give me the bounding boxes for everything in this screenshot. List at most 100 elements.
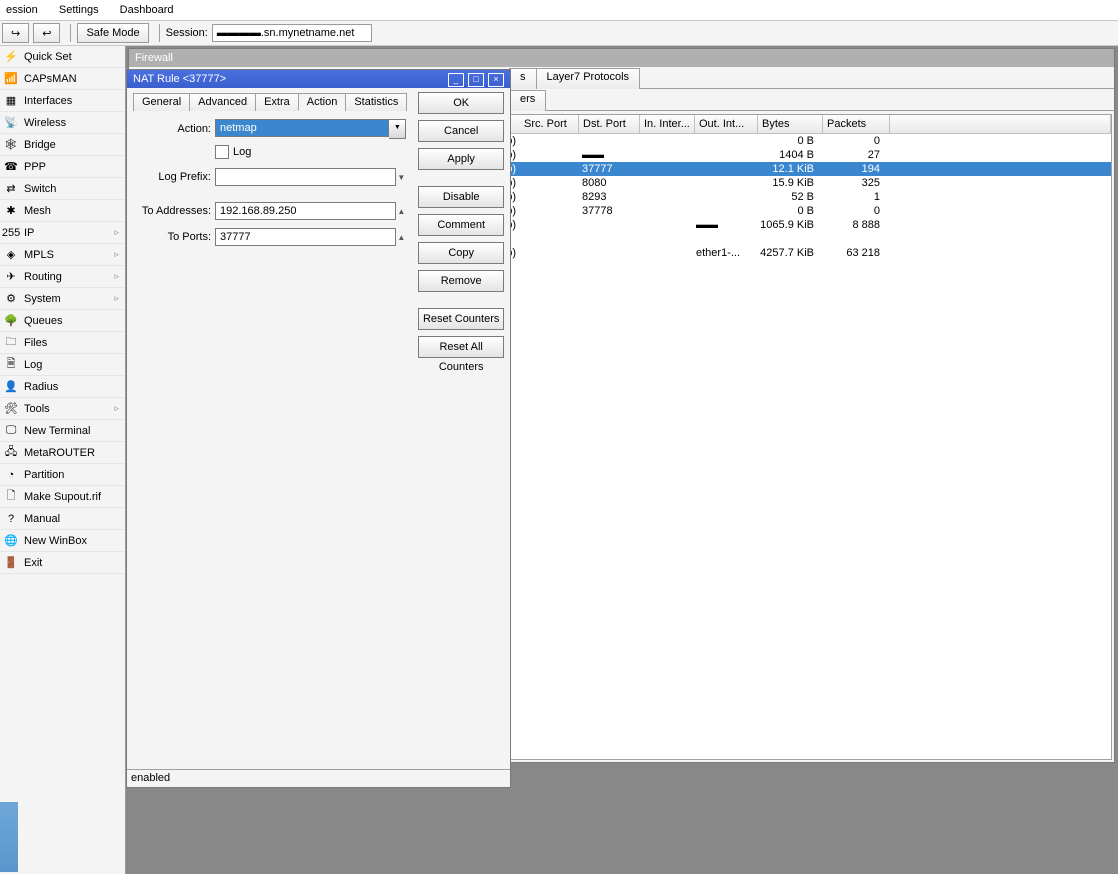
workspace: Firewall s Layer7 Protocols ers Src. Por… (126, 46, 1118, 874)
col-bytes[interactable]: Bytes (758, 115, 823, 133)
sidebar-item-exit[interactable]: 🚪Exit (0, 552, 125, 574)
nat-tab-advanced[interactable]: Advanced (189, 93, 256, 111)
cell (638, 246, 692, 260)
nat-reset-counters-button[interactable]: Reset Counters (418, 308, 504, 330)
cell (578, 246, 638, 260)
cell (520, 190, 578, 204)
safe-mode-button[interactable]: Safe Mode (77, 23, 148, 43)
menu-dashboard[interactable]: Dashboard (120, 4, 174, 16)
sidebar-item-mesh[interactable]: ✱Mesh (0, 200, 125, 222)
sidebar-icon: ☎ (4, 160, 18, 174)
cell (520, 176, 578, 190)
nat-copy-button[interactable]: Copy (418, 242, 504, 264)
sidebar-item-queues[interactable]: 🌳Queues (0, 310, 125, 332)
submenu-arrow-icon: ▹ (114, 403, 119, 414)
sidebar-item-switch[interactable]: ⇄Switch (0, 178, 125, 200)
cell (692, 204, 754, 218)
sidebar-label: MetaROUTER (24, 447, 95, 459)
nat-disable-button[interactable]: Disable (418, 186, 504, 208)
nat-reset-all-counters-button[interactable]: Reset All Counters (418, 336, 504, 358)
log-checkbox[interactable] (215, 145, 229, 159)
sidebar-label: New WinBox (24, 535, 87, 547)
col-in-inter[interactable]: In. Inter... (640, 115, 695, 133)
sidebar-item-system[interactable]: ⚙System▹ (0, 288, 125, 310)
sidebar-item-make-supout-rif[interactable]: 🗋Make Supout.rif (0, 486, 125, 508)
cell: 12.1 KiB (754, 162, 818, 176)
close-icon[interactable]: × (488, 73, 504, 87)
log-prefix-input[interactable] (215, 168, 396, 186)
menu-settings[interactable]: Settings (59, 4, 99, 16)
sidebar-icon: ✱ (4, 204, 18, 218)
sidebar-item-metarouter[interactable]: 🖧 MetaROUTER (0, 442, 125, 464)
sidebar-item-ip[interactable]: 255IP▹ (0, 222, 125, 244)
sidebar-label: Routing (24, 271, 62, 283)
cell (638, 162, 692, 176)
sidebar-label: Switch (24, 183, 56, 195)
nat-tab-general[interactable]: General (133, 93, 190, 111)
cell (692, 232, 754, 246)
sidebar-item-manual[interactable]: ?Manual (0, 508, 125, 530)
nat-tab-extra[interactable]: Extra (255, 93, 299, 111)
nat-status: enabled (127, 769, 510, 786)
sidebar-icon: ⚙ (4, 292, 18, 306)
to-addresses-expand[interactable]: ▲ (396, 207, 406, 216)
nat-titlebar[interactable]: NAT Rule <37777> _ □ × (127, 70, 510, 88)
sidebar-icon: 🖧 (4, 446, 18, 460)
sidebar-icon: 📡 (4, 116, 18, 130)
sidebar-item-log[interactable]: 🗎Log (0, 354, 125, 376)
menu-session[interactable]: ession (6, 4, 38, 16)
cell (520, 246, 578, 260)
firewall-subtab-partial[interactable]: ers (509, 90, 546, 111)
cell (638, 218, 692, 232)
nat-comment-button[interactable]: Comment (418, 214, 504, 236)
firewall-tab-partial[interactable]: s (509, 68, 537, 89)
to-ports-expand[interactable]: ▲ (396, 233, 406, 242)
cell (578, 218, 638, 232)
submenu-arrow-icon: ▹ (114, 227, 119, 238)
nat-cancel-button[interactable]: Cancel (418, 120, 504, 142)
sidebar-icon: 📶 (4, 72, 18, 86)
sidebar-item-wireless[interactable]: 📡 Wireless (0, 112, 125, 134)
sidebar-label: Wireless (24, 117, 66, 129)
sidebar-item-capsman[interactable]: 📶CAPsMAN (0, 68, 125, 90)
col-packets[interactable]: Packets (823, 115, 890, 133)
action-select[interactable]: netmap (215, 119, 389, 137)
nat-remove-button[interactable]: Remove (418, 270, 504, 292)
nat-form-panel: GeneralAdvancedExtraActionStatistics Act… (127, 88, 412, 769)
sidebar-icon: ✈ (4, 270, 18, 284)
col-src-port[interactable]: Src. Port (520, 115, 579, 133)
minimize-icon[interactable]: _ (448, 73, 464, 87)
maximize-icon[interactable]: □ (468, 73, 484, 87)
sidebar-icon: ◔ (4, 468, 18, 482)
nat-tab-statistics[interactable]: Statistics (345, 93, 407, 111)
sidebar-item-routing[interactable]: ✈Routing▹ (0, 266, 125, 288)
sidebar-item-ppp[interactable]: ☎ PPP (0, 156, 125, 178)
sidebar-item-mpls[interactable]: ◈MPLS▹ (0, 244, 125, 266)
to-addresses-input[interactable]: 192.168.89.250 (215, 202, 396, 220)
sidebar-item-partition[interactable]: ◔Partition (0, 464, 125, 486)
nat-tab-action[interactable]: Action (298, 93, 347, 111)
col-dst-port[interactable]: Dst. Port (579, 115, 640, 133)
sidebar-label: PPP (24, 161, 46, 173)
sidebar-item-radius[interactable]: 👤Radius (0, 376, 125, 398)
redo-button[interactable]: ↩ (33, 23, 60, 43)
sidebar-item-files[interactable]: 🗀Files (0, 332, 125, 354)
action-dropdown-button[interactable]: ▼ (389, 119, 406, 139)
sidebar-item-new-winbox[interactable]: 🌐 New WinBox (0, 530, 125, 552)
to-ports-input[interactable]: 37777 (215, 228, 396, 246)
sidebar-item-interfaces[interactable]: ▦Interfaces (0, 90, 125, 112)
log-prefix-expand[interactable]: ▼ (396, 173, 406, 182)
session-host-box: ▬▬▬▬.sn.mynetname.net (212, 24, 372, 42)
sidebar-item-tools[interactable]: 🛠Tools▹ (0, 398, 125, 420)
col-out-int[interactable]: Out. Int... (695, 115, 758, 133)
firewall-title[interactable]: Firewall (129, 49, 1114, 67)
nat-apply-button[interactable]: Apply (418, 148, 504, 170)
undo-button[interactable]: ↪ (2, 23, 29, 43)
sidebar-item-new-terminal[interactable]: 🖵New Terminal (0, 420, 125, 442)
menubar: ession Settings Dashboard (0, 0, 1118, 20)
nat-ok-button[interactable]: OK (418, 92, 504, 114)
sidebar-item-quick-set[interactable]: ⚡Quick Set (0, 46, 125, 68)
firewall-tab-layer7[interactable]: Layer7 Protocols (536, 68, 641, 89)
sidebar-icon: 🌐 (4, 534, 18, 548)
sidebar-item-bridge[interactable]: 🕸Bridge (0, 134, 125, 156)
